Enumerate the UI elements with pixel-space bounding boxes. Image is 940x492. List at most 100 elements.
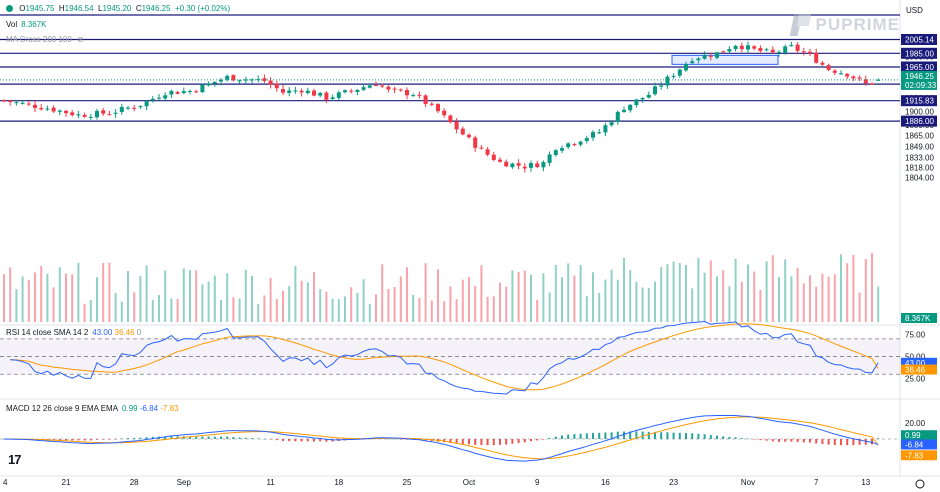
candle-body	[739, 45, 744, 50]
macd-hist-bar	[65, 439, 67, 441]
volume-bar	[654, 281, 656, 322]
volume-bar	[65, 273, 67, 322]
volume-bar	[548, 292, 551, 322]
candle-body	[708, 55, 713, 57]
volume-bar	[499, 282, 501, 322]
macd-hist-bar	[765, 439, 768, 441]
time-axis-tick: Sep	[177, 478, 192, 487]
macd-hist-bar	[561, 435, 563, 439]
candle-body	[467, 134, 471, 138]
macd-label: MACD 12 26 close 9 EMA EMA	[6, 404, 119, 413]
volume-bar	[443, 301, 446, 322]
macd-hist-bar	[809, 439, 811, 443]
rsi-sma-value: 36.46	[114, 328, 135, 337]
candle-body	[541, 162, 546, 168]
volume-bar	[52, 287, 55, 322]
macd-hist-bar	[716, 435, 718, 439]
volume-bar	[573, 275, 576, 322]
candle-body	[597, 132, 602, 134]
time-axis-tick: 21	[62, 478, 71, 487]
candle-body	[491, 154, 496, 160]
rsi-value: 43.00	[92, 328, 113, 337]
volume-label: Vol	[6, 20, 18, 29]
candle-body	[181, 91, 186, 94]
candle-body	[126, 107, 130, 109]
level-label: 1965.00	[905, 63, 934, 72]
candle-body	[392, 88, 397, 90]
macd-hist-bar	[740, 438, 743, 439]
ma-label: MA Cross 200 100	[6, 35, 72, 44]
volume-bar	[158, 295, 160, 322]
candle-body	[355, 89, 360, 93]
volume-bar	[709, 260, 712, 322]
candle-body	[795, 44, 800, 51]
candle-body	[870, 83, 874, 85]
volume-bar	[517, 271, 520, 322]
candle-body	[510, 163, 515, 168]
candle-body	[411, 95, 416, 97]
candle-body	[646, 94, 651, 98]
candle-body	[423, 95, 428, 105]
candle-body	[640, 98, 645, 100]
volume-bar	[455, 299, 458, 322]
volume-bar	[387, 289, 390, 322]
gear-icon[interactable]	[915, 479, 925, 489]
macd-hist-bar	[468, 439, 470, 445]
high-value: 1946.54	[64, 4, 94, 13]
volume-bar	[220, 299, 222, 322]
macd-hist-bar	[288, 439, 291, 442]
candle-body	[293, 90, 298, 92]
rsi-label: RSI 14 close SMA 14 2	[6, 328, 89, 337]
volume-bar	[542, 273, 545, 322]
candle-body	[349, 90, 354, 92]
volume-bar	[213, 275, 216, 322]
macd-line-value: -6.84	[139, 404, 159, 413]
level-label: 1915.83	[905, 97, 934, 106]
macd-hist-bar	[610, 432, 613, 439]
volume-bar	[771, 255, 774, 322]
ohlc-legend: O1945.75 H1946.54 L1945.20 C1946.25 +0.3…	[6, 4, 230, 13]
macd-hist-bar	[282, 439, 284, 441]
candle-body	[553, 150, 558, 155]
volume-bar	[120, 301, 123, 322]
hidden-eye-icon[interactable]: ⊘	[77, 35, 84, 44]
macd-hist-bar	[220, 436, 222, 439]
candle-body	[281, 89, 285, 93]
candle-body	[721, 51, 726, 53]
volume-bar	[170, 298, 173, 322]
trading-chart[interactable]: 1804.001818.001833.001849.001865.001880.…	[0, 0, 940, 492]
ma-legend[interactable]: MA Cross 200 100 ⊘	[6, 35, 84, 44]
macd-hist-bar	[790, 439, 793, 442]
close-value: 1946.25	[141, 4, 171, 13]
candle-body	[417, 94, 422, 96]
macd-hist-bar	[846, 439, 849, 446]
volume-bar	[195, 270, 198, 322]
candle-body	[39, 108, 44, 110]
candle-body	[677, 69, 682, 76]
volume-bar	[437, 269, 439, 322]
candle-body	[789, 45, 794, 47]
candle-body	[702, 54, 707, 59]
volume-bar	[554, 264, 557, 322]
volume-bar	[871, 253, 873, 322]
candle-body	[498, 159, 502, 162]
macd-hist-bar	[548, 437, 551, 439]
volume-bar	[623, 257, 625, 322]
candle-body	[405, 90, 409, 96]
candle-body	[305, 90, 310, 94]
volume-bar	[282, 290, 284, 322]
candle-body	[584, 138, 589, 142]
volume-bar	[288, 285, 291, 322]
candle-body	[857, 77, 862, 79]
rsi-axis-tick: 25.00	[905, 375, 926, 384]
candle-body	[175, 91, 180, 94]
macd-line-axis-value: -6.84	[905, 440, 924, 449]
candle-body	[374, 84, 378, 86]
candle-body	[764, 49, 769, 51]
candle-body	[318, 92, 323, 96]
volume-bar	[83, 303, 86, 322]
candle-body	[572, 144, 577, 146]
candle-body	[57, 110, 62, 112]
macd-hist-bar	[666, 432, 669, 439]
volume-bar	[691, 288, 694, 322]
